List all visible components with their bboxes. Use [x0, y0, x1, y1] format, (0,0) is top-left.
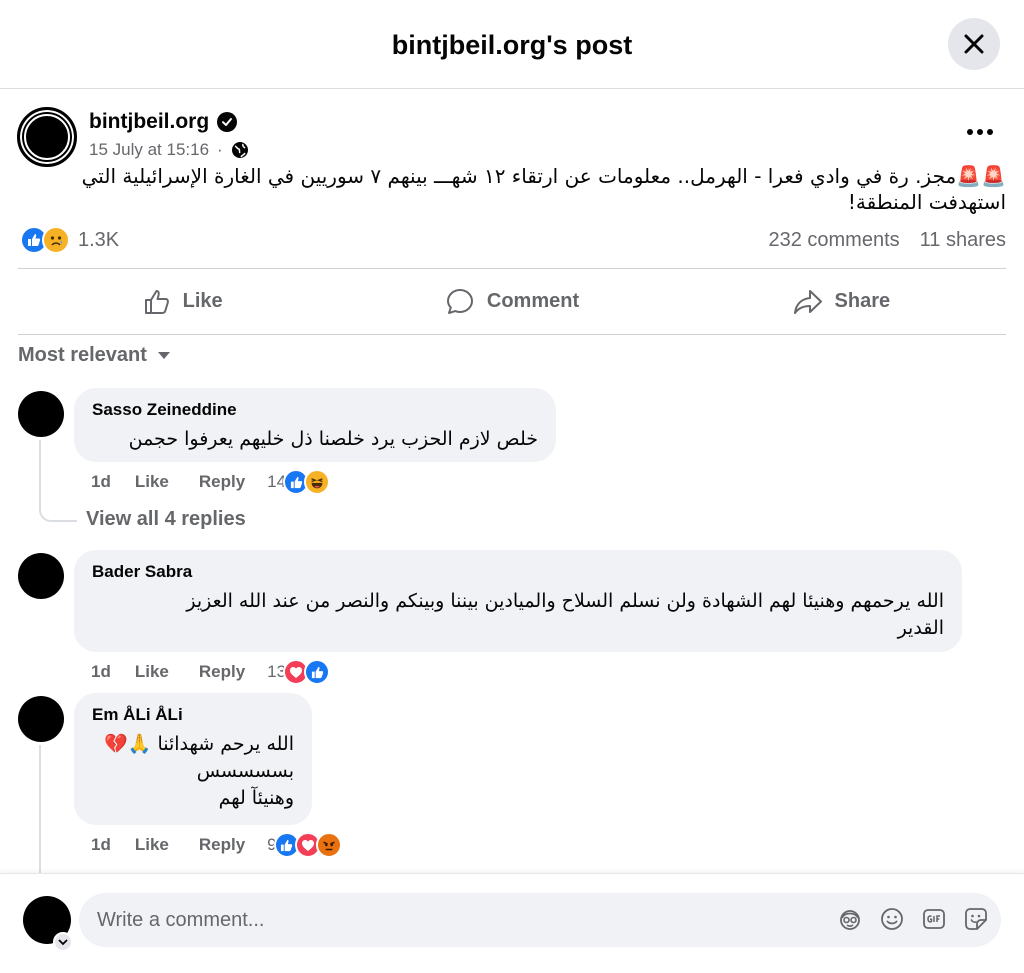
- commenter-name[interactable]: Em ÅLi ÅLi: [92, 705, 294, 725]
- like-label: Like: [182, 290, 223, 312]
- post-text: 🚨🚨مجز. رة في وادي فعرا - الهرمل.. معلوما…: [60, 163, 1006, 215]
- globe-icon: [231, 142, 248, 158]
- dialog-header: bintjbeil.org's post: [0, 0, 1024, 89]
- comment-like-button[interactable]: Like: [135, 662, 169, 682]
- comment-age[interactable]: 1d: [91, 662, 111, 682]
- comment-text-line: الله يرحمهم وهنيئا لهم الشهادة ولن نسلم …: [186, 590, 944, 612]
- comment-age[interactable]: 1d: [91, 472, 111, 492]
- comment-text: خلص لازم الحزب يرد خلصنا ذل خليهم يعرفوا…: [128, 428, 538, 450]
- commenter-avatar[interactable]: [18, 696, 64, 742]
- gif-icon: [923, 909, 945, 929]
- post-more-options-button[interactable]: [962, 118, 998, 146]
- view-replies-link[interactable]: View all 4 replies: [86, 508, 246, 531]
- commenter-avatar[interactable]: [18, 553, 64, 599]
- comment-reactions[interactable]: 14: [267, 469, 331, 495]
- thread-line: [39, 745, 41, 873]
- page-avatar-image: [24, 114, 70, 160]
- post-action-bar: Like Comment Share: [18, 268, 1006, 335]
- commenter-name[interactable]: Bader Sabra: [92, 562, 944, 582]
- post-stats: 232 comments 11 shares: [768, 229, 1006, 252]
- sticker-button[interactable]: [964, 907, 988, 931]
- chevron-down-icon: [58, 938, 68, 945]
- comment-reply-button[interactable]: Reply: [199, 662, 245, 682]
- comment-reactions[interactable]: 9: [267, 832, 342, 858]
- more-dot-icon: [977, 129, 983, 135]
- comment-text-line: القدير: [897, 617, 944, 639]
- sort-label: Most relevant: [18, 344, 147, 366]
- profile-switch-button[interactable]: [53, 932, 73, 952]
- commenter-avatar[interactable]: [18, 391, 64, 437]
- post-meta: 15 July at 15:16 ·: [89, 140, 249, 160]
- share-label: Share: [834, 290, 891, 312]
- comments-count[interactable]: 232 comments: [768, 229, 899, 252]
- post-text-line: استهدفت المنطقة!: [847, 190, 1006, 214]
- reactions-summary[interactable]: 1.3K: [20, 226, 119, 254]
- comment-reactions[interactable]: 13: [267, 659, 331, 685]
- comment-text: الله يرحم شهدائنا 🙏💔 بسسسسس وهنيئآ لهم: [92, 731, 294, 812]
- share-icon: [793, 289, 822, 314]
- post-author[interactable]: bintjbeil.org: [89, 110, 238, 134]
- like-reaction-icon: [304, 659, 331, 685]
- sticker-icon: [965, 908, 987, 930]
- comment-bubble: Sasso Zeineddine خلص لازم الحزب يرد خلصن…: [74, 388, 556, 462]
- sad-reaction-icon: [42, 226, 70, 254]
- comment-like-button[interactable]: Like: [135, 472, 169, 492]
- commenter-name[interactable]: Sasso Zeineddine: [92, 400, 538, 420]
- haha-reaction-icon: [304, 469, 331, 495]
- avatar-sticker-button[interactable]: [838, 907, 862, 931]
- comment-actions: 1d Like Reply 14: [91, 469, 331, 495]
- comment-actions: 1d Like Reply 9: [91, 832, 342, 858]
- reactions-count: 1.3K: [78, 228, 120, 251]
- emoji-icon: [881, 908, 903, 930]
- comment-button[interactable]: Comment: [347, 269, 676, 334]
- more-dot-icon: [987, 129, 993, 135]
- comment-text-line: الله يرحم شهدائنا 🙏💔: [104, 733, 294, 755]
- thumbs-up-icon: [144, 289, 169, 314]
- comment-text-line: وهنيئآ لهم: [218, 787, 294, 809]
- comment-bubble: Bader Sabra الله يرحمهم وهنيئا لهم الشها…: [74, 550, 962, 652]
- post-text-line: 🚨🚨مجز. رة في وادي فعرا - الهرمل.. معلوما…: [81, 164, 1006, 188]
- verified-badge-icon: [217, 112, 238, 132]
- dialog-title: bintjbeil.org's post: [391, 30, 633, 60]
- comment-text: الله يرحمهم وهنيئا لهم الشهادة ولن نسلم …: [92, 588, 944, 642]
- comment-icon: [446, 288, 473, 314]
- comment-label: Comment: [486, 290, 580, 312]
- post-author-name[interactable]: bintjbeil.org: [89, 110, 209, 134]
- dot-separator: ·: [217, 140, 223, 159]
- post-date[interactable]: 15 July at 15:16: [89, 140, 209, 160]
- close-icon: [964, 34, 984, 54]
- thread-curve: [39, 490, 77, 522]
- avatar-sticker-icon: [840, 910, 860, 930]
- caret-down-icon: [157, 352, 170, 359]
- comment-composer: [0, 873, 1024, 973]
- comment-actions: 1d Like Reply 13: [91, 659, 331, 685]
- shares-count[interactable]: 11 shares: [920, 229, 1006, 252]
- comment-sort-dropdown[interactable]: Most relevant: [18, 344, 171, 367]
- comment-reply-button[interactable]: Reply: [199, 835, 245, 855]
- emoji-button[interactable]: [880, 907, 904, 931]
- like-button[interactable]: Like: [18, 269, 347, 334]
- comment-reply-button[interactable]: Reply: [199, 472, 245, 492]
- close-button[interactable]: [948, 18, 1000, 70]
- composer-tools: [838, 907, 988, 931]
- comment-bubble: Em ÅLi ÅLi الله يرحم شهدائنا 🙏💔 بسسسسس و…: [74, 693, 312, 825]
- share-button[interactable]: Share: [677, 269, 1006, 334]
- gif-button[interactable]: [922, 907, 946, 931]
- more-dot-icon: [967, 129, 973, 135]
- comment-age[interactable]: 1d: [91, 835, 111, 855]
- page-avatar[interactable]: [17, 107, 77, 167]
- comment-like-button[interactable]: Like: [135, 835, 169, 855]
- comment-text-line: بسسسسس: [196, 760, 294, 782]
- angry-reaction-icon: [315, 832, 342, 858]
